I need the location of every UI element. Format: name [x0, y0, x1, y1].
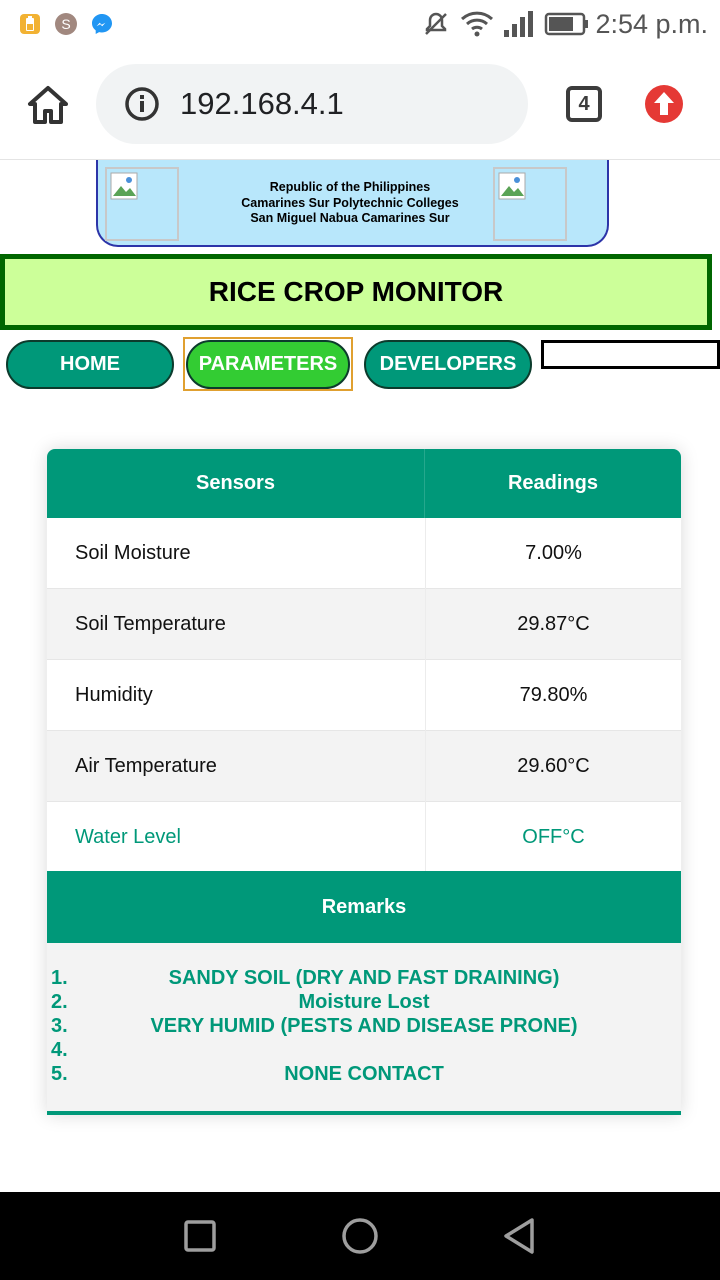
remark-item: 3. VERY HUMID (PESTS AND DISEASE PRONE) — [47, 1014, 681, 1038]
empty-input-box[interactable] — [541, 340, 720, 369]
sensor-reading: 29.60°C — [425, 731, 681, 802]
remarks-header: Remarks — [47, 871, 681, 943]
readings-column-header: Readings — [507, 472, 599, 494]
sensor-reading: 7.00% — [425, 518, 681, 589]
status-bar: S 2:54 p.m. — [0, 0, 720, 48]
sensor-name: Soil Moisture — [75, 542, 191, 564]
home-nav-icon[interactable] — [340, 1216, 380, 1256]
update-icon[interactable] — [644, 84, 684, 124]
home-icon[interactable] — [26, 84, 70, 126]
table-row: Soil Temperature 29.87°C — [47, 589, 681, 660]
browser-toolbar: 192.168.4.1 4 — [0, 48, 720, 160]
remark-text: Moisture Lost — [298, 991, 430, 1013]
address-bar[interactable]: 192.168.4.1 — [96, 64, 528, 144]
messenger-icon — [90, 12, 114, 36]
url-text[interactable]: 192.168.4.1 — [180, 82, 344, 126]
tab-switcher-button[interactable]: 4 — [566, 86, 602, 122]
table-header: Sensors Readings — [47, 449, 681, 518]
page-title-banner: RICE CROP MONITOR — [0, 254, 712, 330]
remark-text: VERY HUMID (PESTS AND DISEASE PRONE) — [150, 1015, 578, 1037]
wifi-icon — [460, 10, 494, 38]
school-header: Republic of the Philippines Camarines Su… — [96, 160, 609, 247]
sensor-reading: 79.80% — [425, 660, 681, 731]
account-s-notification-icon: S — [54, 12, 78, 36]
mute-icon — [422, 10, 450, 38]
sensors-column-header: Sensors — [47, 449, 425, 518]
developers-button[interactable]: DEVELOPERS — [364, 340, 532, 389]
school-header-line: Republic of the Philippines — [269, 180, 431, 194]
sensor-table: Sensors Readings Soil Moisture 7.00% Soi… — [47, 449, 681, 1115]
remark-item: 4. — [47, 1038, 681, 1062]
remark-item: 2. Moisture Lost — [47, 990, 681, 1014]
broken-image-icon — [105, 167, 179, 241]
page-title: RICE CROP MONITOR — [208, 276, 504, 307]
remark-number: 4. — [51, 1039, 68, 1061]
notification-letter: S — [61, 16, 71, 32]
table-row: Air Temperature 29.60°C — [47, 731, 681, 802]
remarks-list: 1. SANDY SOIL (DRY AND FAST DRAINING) 2.… — [47, 943, 681, 1115]
web-page: Republic of the Philippines Camarines Su… — [0, 160, 720, 1192]
table-row: Humidity 79.80% — [47, 660, 681, 731]
school-header-line: Camarines Sur Polytechnic Colleges — [241, 195, 459, 210]
sensor-name: Air Temperature — [75, 755, 217, 777]
sensor-reading: 29.87°C — [425, 589, 681, 660]
broken-image-icon — [493, 167, 567, 241]
sensor-name: Water Level — [75, 826, 181, 848]
remark-text: NONE CONTACT — [284, 1063, 444, 1085]
remark-text: SANDY SOIL (DRY AND FAST DRAINING) — [168, 967, 560, 989]
info-icon[interactable] — [124, 86, 160, 122]
system-navigation-bar — [0, 1192, 720, 1280]
sensor-name: Humidity — [75, 684, 153, 706]
home-button[interactable]: HOME — [6, 340, 174, 389]
remark-item: 1. SANDY SOIL (DRY AND FAST DRAINING) — [47, 966, 681, 990]
back-icon[interactable] — [500, 1216, 540, 1256]
signal-icon — [502, 10, 534, 38]
remark-item: 5. NONE CONTACT — [47, 1062, 681, 1086]
battery-icon — [544, 10, 592, 38]
battery-saver-notification-icon — [18, 12, 42, 36]
sensor-name: Soil Temperature — [75, 613, 226, 635]
table-row: Soil Moisture 7.00% — [47, 518, 681, 589]
sensor-reading: OFF°C — [425, 802, 681, 873]
school-header-text: Republic of the Philippines Camarines Su… — [198, 180, 502, 227]
parameters-button[interactable]: PARAMETERS — [186, 340, 350, 389]
table-row: Water Level OFF°C — [47, 802, 681, 873]
recents-icon[interactable] — [180, 1216, 220, 1256]
status-clock: 2:54 p.m. — [595, 9, 708, 39]
school-header-line: San Miguel Nabua Camarines Sur — [250, 211, 450, 225]
